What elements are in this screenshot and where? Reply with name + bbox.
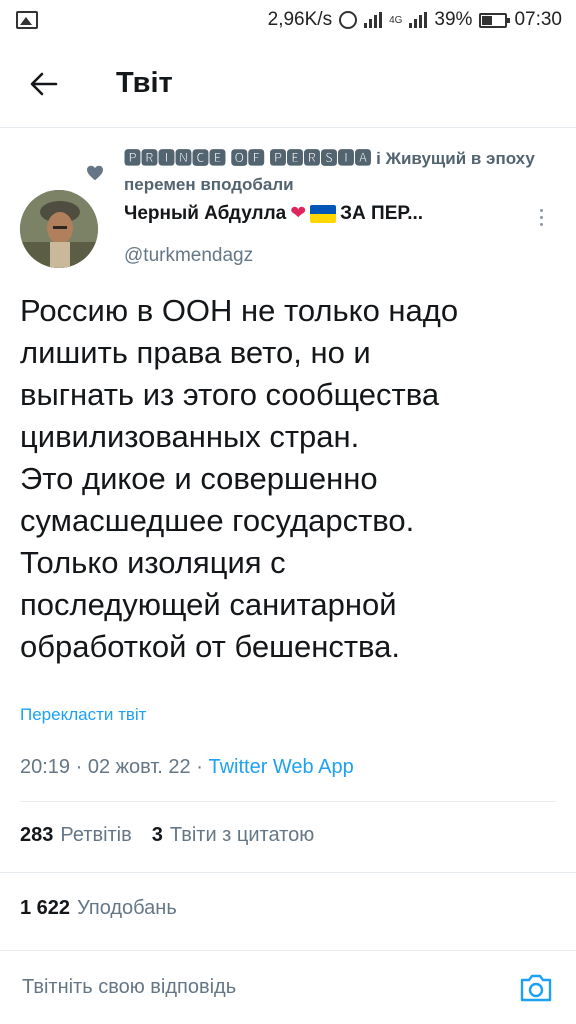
avatar-image bbox=[20, 190, 98, 268]
author-name-text: Черный Абдулла bbox=[124, 202, 287, 224]
back-button[interactable] bbox=[14, 54, 74, 114]
red-heart-emoji: ❤ bbox=[290, 203, 307, 224]
heart-icon bbox=[87, 165, 103, 181]
camera-icon bbox=[520, 974, 552, 1001]
likes-stat[interactable]: 1 622 Уподобань bbox=[20, 897, 177, 920]
image-icon bbox=[16, 11, 38, 29]
signal-icon-2 bbox=[409, 12, 428, 28]
battery-icon bbox=[479, 12, 511, 28]
author-handle[interactable]: @turkmendagz bbox=[124, 245, 253, 267]
camera-button[interactable] bbox=[516, 968, 556, 1008]
translate-link[interactable]: Перекласти твіт bbox=[20, 705, 146, 725]
status-right: 2,96K/s 4G 39% 07:30 bbox=[268, 9, 562, 31]
meta-separator-2: · bbox=[196, 756, 203, 778]
reply-bar: Твітніть свою відповідь bbox=[0, 950, 576, 1024]
heart-icon-wrap bbox=[86, 146, 114, 198]
alarm-icon bbox=[339, 11, 358, 29]
author-name[interactable]: Черный Абдулла ❤ ЗА ПЕР... bbox=[124, 202, 423, 225]
social-context-text: 🅿🆁🅸🅽🅲🅴 🅾🅵 🅿🅴🆁🆂🅸🅰 і Живущий в эпоху перем… bbox=[124, 149, 535, 194]
avatar[interactable] bbox=[20, 190, 98, 268]
tweet-text: Россию в ООН не только надо лишить права… bbox=[20, 293, 459, 664]
tweet-source[interactable]: Twitter Web App bbox=[208, 756, 353, 778]
retweets-stat[interactable]: 283 Ретвітів bbox=[20, 824, 132, 847]
divider-2 bbox=[0, 872, 576, 873]
author-name-suffix: ЗА ПЕР... bbox=[340, 202, 424, 224]
retweets-count: 283 bbox=[20, 824, 54, 846]
signal-icon bbox=[364, 12, 383, 28]
back-arrow-icon bbox=[30, 72, 58, 95]
tweet-time: 20:19 bbox=[20, 756, 71, 778]
page-title: Твіт bbox=[116, 67, 173, 99]
ukraine-flag-icon bbox=[310, 204, 337, 223]
network-type: 4G bbox=[389, 14, 403, 26]
battery-fill bbox=[482, 15, 492, 25]
battery-percent: 39% bbox=[434, 9, 473, 30]
likes-label: Уподобань bbox=[77, 897, 177, 919]
social-context[interactable]: 🅿🆁🅸🅽🅲🅴 🅾🅵 🅿🅴🆁🆂🅸🅰 і Живущий в эпоху перем… bbox=[86, 146, 566, 198]
network-speed: 2,96K/s bbox=[267, 9, 333, 30]
quotes-count: 3 bbox=[151, 824, 163, 846]
tweet-date: 02 жовт. 22 bbox=[87, 756, 191, 778]
reply-input[interactable]: Твітніть свою відповідь bbox=[22, 976, 516, 999]
app-header: Твіт bbox=[0, 40, 576, 128]
clock: 07:30 bbox=[514, 9, 562, 30]
divider-1 bbox=[20, 801, 556, 802]
retweets-label: Ретвітів bbox=[60, 824, 132, 846]
meta-separator: · bbox=[75, 756, 83, 778]
more-icon[interactable] bbox=[528, 204, 554, 230]
tweet-meta: 20:19 · 02 жовт. 22 · Twitter Web App bbox=[20, 756, 354, 779]
quotes-stat[interactable]: 3 Твіти з цитатою bbox=[152, 824, 314, 847]
stats-row: 283 Ретвітів 3 Твіти з цитатою bbox=[20, 824, 314, 847]
status-bar: 2,96K/s 4G 39% 07:30 bbox=[0, 0, 576, 40]
quotes-label: Твіти з цитатою bbox=[169, 824, 315, 846]
likes-count: 1 622 bbox=[20, 897, 71, 919]
